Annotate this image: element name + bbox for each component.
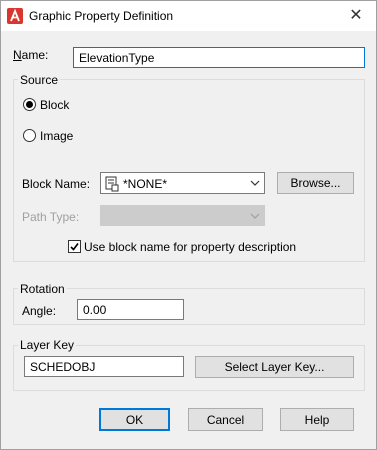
title-bar: Graphic Property Definition ✕ [1, 1, 376, 31]
use-block-name-checkbox[interactable] [68, 240, 81, 253]
block-radio[interactable] [23, 98, 36, 111]
angle-input[interactable]: 0.00 [77, 299, 184, 320]
block-radio-label[interactable]: Block [40, 98, 69, 112]
angle-label: Angle: [22, 304, 57, 318]
name-value: ElevationType [79, 50, 155, 65]
chevron-down-icon [250, 206, 260, 225]
name-input[interactable]: ElevationType [73, 47, 365, 68]
path-type-label: Path Type: [22, 210, 80, 224]
layer-key-value: SCHEDOBJ [30, 359, 96, 374]
rotation-group-title: Rotation [18, 282, 67, 296]
block-icon [105, 176, 119, 192]
layer-key-group-title: Layer Key [18, 338, 77, 352]
block-name-label: Block Name: [22, 177, 91, 191]
checkmark-icon [70, 243, 79, 251]
layer-key-input[interactable]: SCHEDOBJ [24, 356, 184, 377]
chevron-down-icon [250, 173, 260, 193]
cancel-button[interactable]: Cancel [188, 408, 263, 431]
image-radio[interactable] [23, 129, 36, 142]
use-block-name-label[interactable]: Use block name for property description [84, 240, 296, 254]
source-group-title: Source [18, 73, 61, 87]
close-icon: ✕ [349, 7, 363, 24]
ok-button[interactable]: OK [99, 408, 170, 431]
window-title: Graphic Property Definition [29, 9, 174, 23]
angle-value: 0.00 [83, 302, 107, 317]
help-button[interactable]: Help [280, 408, 354, 431]
image-radio-label[interactable]: Image [40, 129, 73, 143]
browse-button[interactable]: Browse... [277, 172, 354, 194]
block-name-value: *NONE* [123, 177, 168, 191]
name-label: Name: [13, 48, 49, 62]
close-button[interactable]: ✕ [336, 1, 376, 31]
autocad-a-icon [7, 8, 23, 24]
path-type-combo[interactable] [100, 205, 265, 226]
block-name-combo[interactable]: *NONE* [100, 172, 265, 194]
select-layer-key-button[interactable]: Select Layer Key... [195, 356, 354, 378]
graphic-property-definition-dialog: Graphic Property Definition ✕ Name: Elev… [0, 0, 377, 450]
